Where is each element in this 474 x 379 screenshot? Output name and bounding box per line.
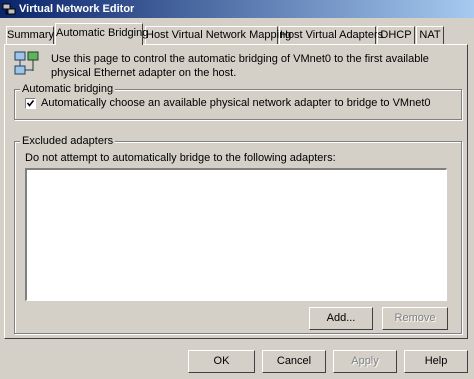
page-description: Use this page to control the automatic b… [51,53,429,79]
cancel-button-label: Cancel [276,355,312,367]
apply-button-label: Apply [351,355,379,367]
help-button[interactable]: Help [404,350,468,373]
add-adapter-button[interactable]: Add... [309,307,373,330]
add-adapter-button-label: Add... [326,312,356,324]
excluded-adapters-group-label: Excluded adapters [20,135,116,147]
remove-adapter-button-label: Remove [394,312,436,324]
tab-host-virtual-network-mapping[interactable]: Host Virtual Network Mapping [145,26,291,44]
remove-adapter-button[interactable]: Remove [382,307,448,330]
help-button-label: Help [424,355,448,367]
automatic-bridging-group-label: Automatic bridging [20,83,116,95]
checkmark-icon [26,100,35,107]
excluded-adapters-list[interactable] [25,168,447,301]
cancel-button[interactable]: Cancel [262,350,326,373]
network-adapters-icon [14,51,39,75]
auto-bridge-checkbox-label[interactable]: Automatically choose an available physic… [41,97,431,109]
tab-nat[interactable]: NAT [416,26,444,44]
network-editor-icon [2,3,16,15]
tab-host-virtual-adapters[interactable]: Host Virtual Adapters [279,26,383,44]
apply-button[interactable]: Apply [333,350,397,373]
excluded-adapters-description: Do not attempt to automatically bridge t… [25,152,336,164]
ok-button-label: OK [213,355,230,367]
ok-button[interactable]: OK [188,350,255,373]
auto-bridge-checkbox[interactable] [25,98,36,109]
title-bar[interactable]: Virtual Network Editor [0,0,474,18]
tab-automatic-bridging[interactable]: Automatic Bridging [55,23,148,45]
tab-dhcp[interactable]: DHCP [377,26,415,44]
tab-summary[interactable]: Summary [6,26,54,44]
window-title: Virtual Network Editor [19,3,135,15]
